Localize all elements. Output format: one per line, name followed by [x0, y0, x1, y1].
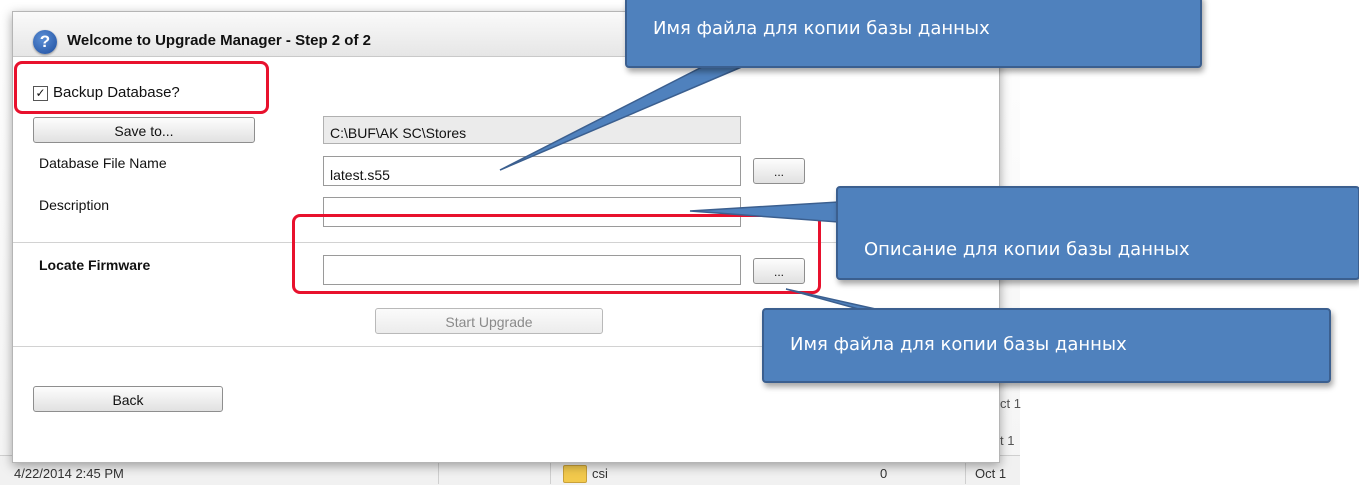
callout-description: Описание для копии базы данных: [836, 186, 1359, 280]
callout-pointer: [785, 288, 881, 311]
callout-text: Имя файла для копии базы данных: [790, 334, 1127, 355]
callout-text: Имя файла для копии базы данных: [653, 18, 990, 39]
callout-text: Описание для копии базы данных: [864, 239, 1190, 260]
callout-pointer: [689, 201, 839, 223]
callout-firmware: Имя файла для копии базы данных: [762, 308, 1331, 383]
callout-database-file-name: Имя файла для копии базы данных: [625, 0, 1202, 68]
callout-pointer: [499, 65, 745, 171]
